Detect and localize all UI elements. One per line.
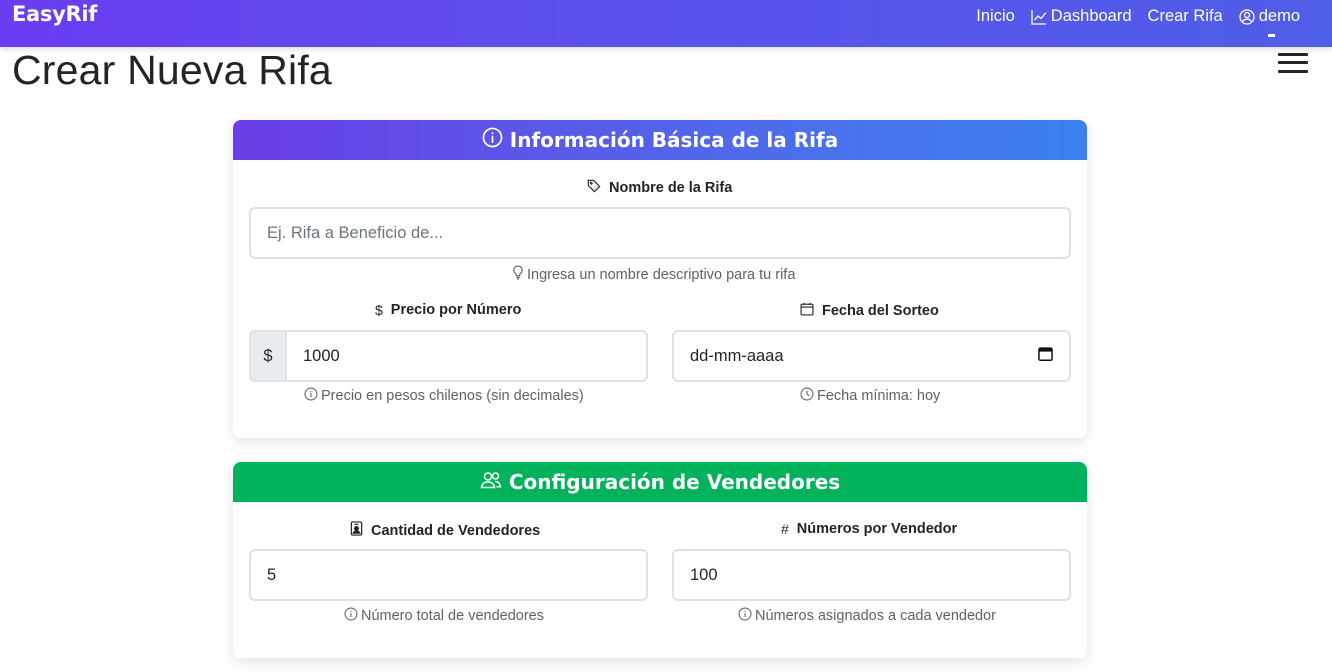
nav-user-dropdown[interactable]: demo [1239, 7, 1300, 26]
vendor-count-input[interactable] [249, 549, 648, 601]
info-circle-icon [738, 607, 752, 625]
info-circle-icon [482, 127, 503, 153]
date-label-row: Fecha del Sorteo [800, 302, 939, 320]
nav-link-inicio[interactable]: Inicio [976, 7, 1015, 26]
date-help-row: Fecha mínima: hoy [800, 387, 940, 405]
name-help: Ingresa un nombre descriptivo para tu ri… [527, 266, 796, 283]
nav-link-crear-rifa[interactable]: Crear Rifa [1148, 7, 1223, 26]
vendors-card-title: Configuración de Vendedores [508, 470, 841, 494]
name-label-row: Nombre de la Rifa [587, 179, 732, 197]
date-help: Fecha mínima: hoy [817, 388, 941, 404]
dropdown-caret-icon [1268, 34, 1275, 37]
price-prefix: $ [249, 330, 285, 382]
nav-user-label: demo [1258, 7, 1300, 25]
nav-link-label: Dashboard [1050, 7, 1132, 25]
nav-link-label: Crear Rifa [1147, 7, 1223, 25]
raffle-name-input[interactable] [249, 207, 1071, 259]
price-help: Precio en pesos chilenos (sin decimales) [321, 388, 584, 404]
basic-info-card-title: Información Básica de la Rifa [509, 128, 839, 152]
person-badge-icon [350, 521, 363, 540]
hamburger-icon[interactable] [1278, 53, 1308, 73]
vendors-card: Configuración de Vendedores Cantidad de … [233, 462, 1087, 658]
page-title: Crear Nueva Rifa [12, 47, 332, 93]
price-input[interactable] [285, 330, 648, 382]
person-circle-icon [1239, 8, 1255, 25]
numbers-per-vendor-label-row: # Números por Vendedor [781, 521, 957, 537]
chart-line-icon [1031, 9, 1047, 25]
draw-date-input[interactable]: dd-mm-aaaa [672, 330, 1071, 382]
hash-icon: # [781, 521, 789, 537]
basic-info-card-header: Información Básica de la Rifa [233, 120, 1087, 160]
price-label: Precio por Número [390, 302, 522, 318]
vendor-count-help: Número total de vendedores [361, 608, 544, 624]
name-help-row: Ingresa un nombre descriptivo para tu ri… [512, 265, 795, 284]
numbers-per-vendor-input[interactable] [672, 549, 1071, 601]
currency-dollar-icon: $ [375, 302, 383, 318]
vendor-count-label: Cantidad de Vendedores [371, 522, 541, 539]
clock-icon [800, 387, 814, 405]
vendor-count-label-row: Cantidad de Vendedores [350, 521, 540, 540]
basic-info-card: Información Básica de la Rifa Nombre de … [233, 120, 1087, 438]
numbers-per-vendor-label: Números por Vendedor [796, 521, 958, 537]
brand-logo[interactable]: EasyRif [12, 2, 97, 26]
name-label: Nombre de la Rifa [609, 180, 733, 196]
calendar-icon[interactable] [1038, 346, 1053, 366]
price-help-row: Precio en pesos chilenos (sin decimales) [304, 387, 584, 405]
nav-link-dashboard[interactable]: Dashboard [1031, 7, 1132, 26]
numbers-per-vendor-help: Números asignados a cada vendedor [755, 608, 997, 624]
tag-icon [587, 179, 601, 197]
price-label-row: $ Precio por Número [375, 302, 521, 318]
nav-links: Inicio Dashboard Crear Rifa demo [976, 7, 1300, 26]
numbers-per-vendor-help-row: Números asignados a cada vendedor [738, 607, 996, 625]
date-value: dd-mm-aaaa [690, 346, 784, 365]
calendar-icon [800, 302, 814, 320]
price-input-group: $ [249, 330, 648, 382]
people-icon [480, 470, 502, 495]
info-circle-icon [344, 607, 358, 625]
date-label: Fecha del Sorteo [822, 303, 939, 319]
lightbulb-icon [512, 265, 524, 284]
navbar: EasyRif Inicio Dashboard Crear Rifa demo [0, 0, 1332, 47]
nav-link-label: Inicio [976, 7, 1015, 25]
info-circle-icon [304, 387, 318, 405]
vendors-card-header: Configuración de Vendedores [233, 462, 1087, 502]
vendor-count-help-row: Número total de vendedores [344, 607, 544, 625]
